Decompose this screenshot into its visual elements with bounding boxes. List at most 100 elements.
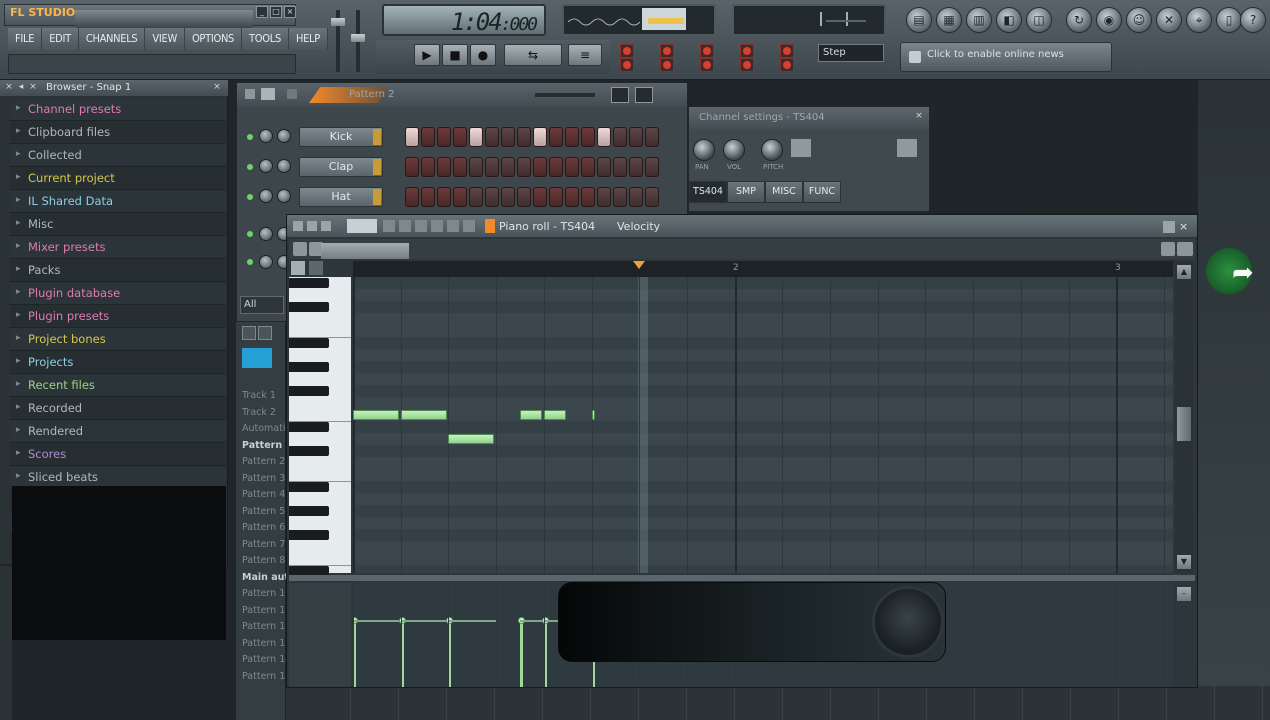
zoom-icon[interactable] xyxy=(1177,242,1193,256)
vertical-scrollbar[interactable]: ▲ ▼ xyxy=(1175,261,1193,573)
browser-item[interactable]: ▸ Mixer presets xyxy=(10,236,226,259)
user-icon[interactable]: ☺ xyxy=(1126,7,1152,33)
step-button[interactable] xyxy=(405,187,419,207)
select-tool-icon[interactable] xyxy=(447,220,459,232)
step-button[interactable] xyxy=(565,157,579,177)
volume-knob[interactable] xyxy=(277,159,291,173)
multilink-toggle[interactable] xyxy=(780,44,794,58)
pan-knob[interactable] xyxy=(259,255,273,269)
tab-smp[interactable]: SMP xyxy=(727,181,765,203)
step-button[interactable] xyxy=(405,157,419,177)
timeline-ruler[interactable]: 2 3 xyxy=(353,261,1173,277)
step-button[interactable] xyxy=(437,127,451,147)
playlist-track-label[interactable]: Pattern 8 xyxy=(242,555,286,571)
step-button[interactable] xyxy=(517,157,531,177)
snapshot-icon[interactable]: ◉ xyxy=(1096,7,1122,33)
draw-tool-icon[interactable] xyxy=(347,219,377,233)
playlist-track-label[interactable]: Track 2 xyxy=(242,407,286,423)
step-button[interactable] xyxy=(469,187,483,207)
step-button[interactable] xyxy=(549,157,563,177)
step-button[interactable] xyxy=(469,127,483,147)
black-key[interactable] xyxy=(289,362,329,372)
playlist-track-label[interactable]: Pattern 13 xyxy=(242,638,286,654)
pan-knob[interactable] xyxy=(259,159,273,173)
tab-ts404[interactable]: TS404 xyxy=(689,181,727,203)
browser-item[interactable]: ▸ Current project xyxy=(10,167,226,190)
seq-view-icon[interactable] xyxy=(261,88,275,100)
step-button[interactable] xyxy=(645,127,659,147)
close-icon[interactable]: × xyxy=(913,111,925,123)
zoom-tool-icon[interactable] xyxy=(463,220,475,232)
pan-knob[interactable] xyxy=(259,189,273,203)
blend-notes-toggle[interactable] xyxy=(740,44,754,58)
playlist-track-label[interactable]: Pattern 7 xyxy=(242,539,286,555)
playlist-track-label[interactable]: Pattern 3 xyxy=(242,473,286,489)
snap-icon[interactable] xyxy=(291,261,305,275)
close-icon[interactable]: × xyxy=(284,6,296,18)
horizontal-scrollbar-thumb[interactable] xyxy=(321,243,409,259)
scroll-toggle[interactable] xyxy=(780,58,794,72)
channel-name-button[interactable]: Kick xyxy=(299,127,383,147)
note[interactable] xyxy=(401,410,447,420)
stop-button[interactable]: ■ xyxy=(442,44,468,66)
step-button[interactable] xyxy=(613,187,627,207)
black-key[interactable] xyxy=(289,506,329,516)
scroll-up-icon[interactable]: ▲ xyxy=(1177,265,1191,279)
event-target-select[interactable]: Velocity xyxy=(617,220,660,233)
black-key[interactable] xyxy=(289,530,329,540)
countdown-toggle[interactable] xyxy=(660,44,674,58)
event-editor-divider[interactable] xyxy=(289,575,1195,581)
step-button[interactable] xyxy=(613,127,627,147)
vertical-scrollbar-thumb[interactable] xyxy=(1177,407,1191,441)
paint-tool-icon[interactable] xyxy=(383,220,395,232)
step-button[interactable] xyxy=(597,187,611,207)
playlist-snap-icon[interactable] xyxy=(258,326,272,340)
black-key[interactable] xyxy=(289,278,329,288)
event-zoom-icon[interactable]: – xyxy=(1177,587,1191,601)
playlist-track-label[interactable]: Pattern 6 xyxy=(242,522,286,538)
tools-icon[interactable]: ✕ xyxy=(1156,7,1182,33)
note-grid[interactable] xyxy=(353,277,1173,573)
step-button[interactable] xyxy=(533,187,547,207)
step-button[interactable] xyxy=(565,187,579,207)
playlist-tool-icon[interactable] xyxy=(242,348,272,368)
step-button[interactable] xyxy=(453,187,467,207)
keyboard-editor-icon[interactable] xyxy=(635,87,653,103)
play-button[interactable]: ▶ xyxy=(414,44,440,66)
pan-knob[interactable] xyxy=(259,227,273,241)
step-sequencer-icon[interactable]: ▦ xyxy=(936,7,962,33)
browser-item[interactable]: ▸ IL Shared Data xyxy=(10,190,226,213)
browser-item[interactable]: ▸ Recent files xyxy=(10,374,226,397)
channel-led[interactable] xyxy=(247,231,253,237)
step-button[interactable] xyxy=(629,157,643,177)
step-button[interactable] xyxy=(485,187,499,207)
menu-edit[interactable]: EDIT xyxy=(42,28,79,50)
piano-roll-icon[interactable]: ▥ xyxy=(966,7,992,33)
help-icon[interactable]: ? xyxy=(1240,7,1266,33)
volume-knob[interactable] xyxy=(277,189,291,203)
browser-item[interactable]: ▸ Packs xyxy=(10,259,226,282)
step-button[interactable] xyxy=(533,127,547,147)
menu-tools[interactable]: TOOLS xyxy=(242,28,289,50)
step-button[interactable] xyxy=(453,127,467,147)
channel-led[interactable] xyxy=(247,164,253,170)
volume-knob[interactable] xyxy=(723,139,745,161)
pan-knob[interactable] xyxy=(259,129,273,143)
step-button[interactable] xyxy=(517,127,531,147)
browser-item[interactable]: ▸ Scores xyxy=(10,443,226,466)
maximize-icon[interactable]: □ xyxy=(270,6,282,18)
step-button[interactable] xyxy=(613,157,627,177)
swing-slider[interactable] xyxy=(535,93,595,97)
step-button[interactable] xyxy=(453,157,467,177)
browser-item[interactable]: ▸ Plugin presets xyxy=(10,305,226,328)
master-pitch-knob[interactable] xyxy=(351,34,365,42)
step-button[interactable] xyxy=(645,157,659,177)
step-button[interactable] xyxy=(629,187,643,207)
note[interactable] xyxy=(544,410,566,420)
step-button[interactable] xyxy=(549,127,563,147)
step-button[interactable] xyxy=(501,157,515,177)
time-display[interactable]: 1:04:000 xyxy=(382,4,546,36)
black-key[interactable] xyxy=(289,422,329,432)
black-key[interactable] xyxy=(289,338,329,348)
browser-item[interactable]: ▸ Rendered xyxy=(10,420,226,443)
